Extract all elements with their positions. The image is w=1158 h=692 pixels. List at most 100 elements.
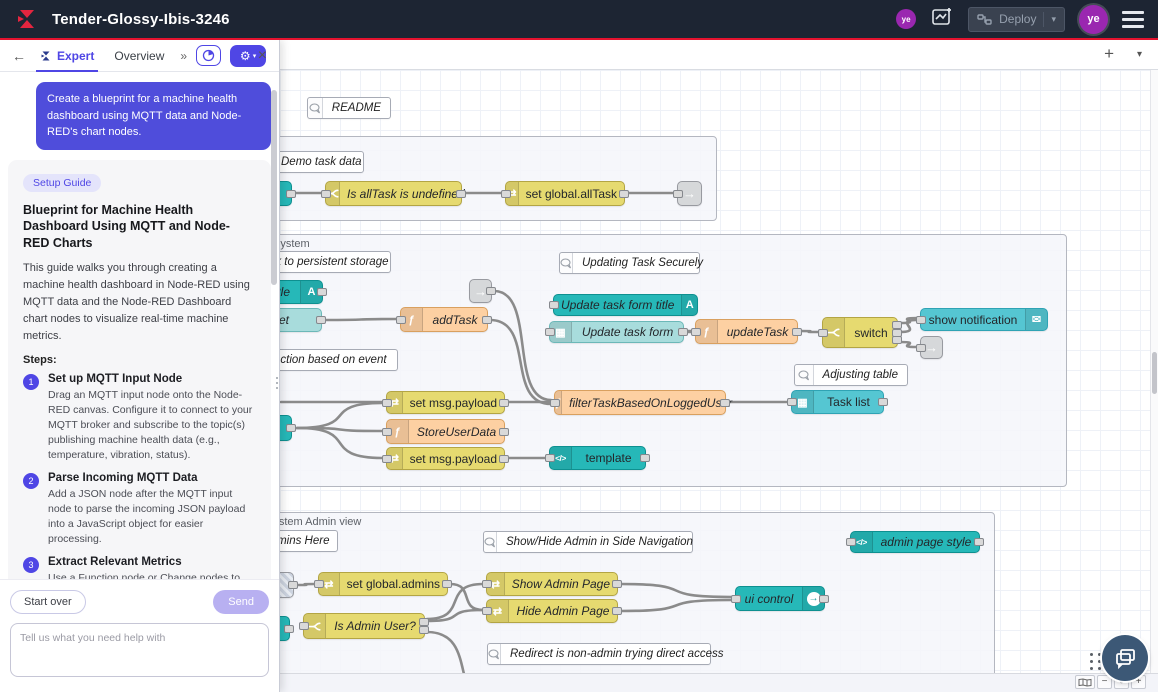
output-port[interactable] <box>720 399 730 407</box>
output-port[interactable] <box>288 581 298 589</box>
start-over-button[interactable]: Start over <box>10 590 86 614</box>
node-task-list[interactable]: ▦Task list <box>791 390 884 414</box>
close-icon[interactable]: × <box>258 47 267 65</box>
input-port[interactable] <box>846 538 856 546</box>
output-port[interactable] <box>640 454 650 462</box>
output-port[interactable] <box>499 428 509 436</box>
comment-node-adjusting-table[interactable]: Adjusting table <box>794 364 908 386</box>
input-port[interactable] <box>818 329 828 337</box>
panel-resize-handle[interactable] <box>276 377 278 389</box>
output-port[interactable] <box>482 316 492 324</box>
deploy-button[interactable]: Deploy ▾ <box>968 7 1065 32</box>
comment-node-updating-task-securely[interactable]: Updating Task Securely <box>559 252 700 274</box>
scrollbar-thumb[interactable] <box>1152 352 1157 394</box>
node-set-global-alltask[interactable]: ⇄set global.allTask <box>505 181 625 206</box>
node-template[interactable]: </>template <box>549 446 646 470</box>
node-set-msg-payload[interactable]: ⇄set msg.payload <box>386 447 505 470</box>
flow-group[interactable] <box>256 136 717 221</box>
output-port[interactable] <box>892 321 902 329</box>
node-link[interactable]: → <box>920 336 943 359</box>
node-updatetask[interactable]: ƒupdateTask <box>695 319 798 344</box>
input-port[interactable] <box>382 399 392 407</box>
input-port[interactable] <box>545 328 555 336</box>
output-port[interactable] <box>819 595 829 603</box>
minimap-toggle-button[interactable] <box>1075 675 1095 689</box>
output-port[interactable] <box>486 287 496 295</box>
add-flow-button[interactable]: + <box>1104 44 1114 64</box>
output-port[interactable] <box>878 398 888 406</box>
comment-node-redirect-is-non-admin-trying-direct-access[interactable]: Redirect is non-admin trying direct acce… <box>487 643 711 665</box>
node-addtask[interactable]: ƒaddTask <box>400 307 488 332</box>
comment-node-show-hide-admin-in-side-navigation[interactable]: Show/Hide Admin in Side Navigation <box>483 531 693 553</box>
node-link[interactable]: → <box>677 181 702 206</box>
chat-fab-button[interactable] <box>1102 635 1148 681</box>
output-port[interactable] <box>499 399 509 407</box>
output-port[interactable] <box>456 190 466 198</box>
input-port[interactable] <box>314 580 324 588</box>
node-admin-page-style[interactable]: </>admin page style <box>850 531 980 553</box>
node-switch[interactable]: switch <box>822 317 898 348</box>
output-port[interactable] <box>317 288 327 296</box>
input-port[interactable] <box>691 328 701 336</box>
node-set-global-admins[interactable]: ⇄set global.admins <box>318 572 448 596</box>
output-port[interactable] <box>792 328 802 336</box>
input-port[interactable] <box>916 316 926 324</box>
node-set-msg-payload[interactable]: ⇄set msg.payload <box>386 391 505 414</box>
input-port[interactable] <box>550 399 560 407</box>
input-port[interactable] <box>731 595 741 603</box>
output-port[interactable] <box>678 328 688 336</box>
input-port[interactable] <box>382 455 392 463</box>
node-show-notification[interactable]: show notification✉ <box>920 308 1048 331</box>
input-port[interactable] <box>299 622 309 630</box>
input-port[interactable] <box>482 580 492 588</box>
output-port[interactable] <box>419 626 429 634</box>
back-icon[interactable]: ← <box>12 48 26 64</box>
input-port[interactable] <box>396 316 406 324</box>
output-port[interactable] <box>286 424 296 432</box>
output-port[interactable] <box>612 580 622 588</box>
zoom-out-button[interactable]: − <box>1097 675 1112 689</box>
user-avatar[interactable]: ye <box>1079 5 1108 34</box>
chat-input[interactable] <box>10 623 269 677</box>
input-port[interactable] <box>545 454 555 462</box>
node-hide-admin-page[interactable]: ⇄Hide Admin Page <box>486 599 618 623</box>
output-port[interactable] <box>419 618 429 626</box>
avatar-small[interactable]: ye <box>896 9 916 29</box>
flow-list-caret-icon[interactable]: ▾ <box>1137 49 1142 60</box>
output-port[interactable] <box>316 316 326 324</box>
node-storeuserdata[interactable]: ƒStoreUserData <box>386 419 505 444</box>
more-tabs-icon[interactable]: » <box>180 49 187 63</box>
comment-node-readme[interactable]: README <box>307 97 391 119</box>
node-is-alltask-is-undefined[interactable]: Is allTask is undefined <box>325 181 462 206</box>
output-port[interactable] <box>619 190 629 198</box>
node-filtertaskbasedonloggeduser[interactable]: ƒfilterTaskBasedOnLoggedUser <box>554 390 726 415</box>
input-port[interactable] <box>382 428 392 436</box>
input-port[interactable] <box>787 398 797 406</box>
tab-overview[interactable]: Overview <box>110 40 168 71</box>
input-port[interactable] <box>549 301 559 309</box>
input-port[interactable] <box>916 344 926 352</box>
pie-chart-button[interactable] <box>196 45 221 66</box>
input-port[interactable] <box>482 607 492 615</box>
deploy-caret-icon[interactable]: ▾ <box>1051 14 1056 25</box>
send-button[interactable]: Send <box>213 590 269 614</box>
output-port[interactable] <box>286 190 296 198</box>
input-port[interactable] <box>321 190 331 198</box>
node-ui-control[interactable]: ui control→ <box>735 586 825 611</box>
output-port[interactable] <box>499 455 509 463</box>
main-menu-icon[interactable] <box>1122 11 1144 28</box>
node-is-admin-user[interactable]: Is Admin User? <box>303 613 425 639</box>
panel-scrollbar[interactable] <box>271 90 277 285</box>
output-port[interactable] <box>442 580 452 588</box>
tab-expert[interactable]: Expert <box>36 40 98 71</box>
node-link[interactable]: → <box>469 279 492 303</box>
node-update-task-form[interactable]: ▦Update task form <box>549 321 684 343</box>
chat-messages[interactable]: Create a blueprint for a machine health … <box>0 72 279 579</box>
output-port[interactable] <box>892 336 902 344</box>
output-port[interactable] <box>612 607 622 615</box>
ai-flow-icon[interactable] <box>930 5 954 34</box>
output-port[interactable] <box>974 538 984 546</box>
input-port[interactable] <box>673 190 683 198</box>
node-update-task-form-title[interactable]: Update task form titleA <box>553 294 698 316</box>
canvas-vertical-scrollbar[interactable] <box>1150 70 1158 673</box>
